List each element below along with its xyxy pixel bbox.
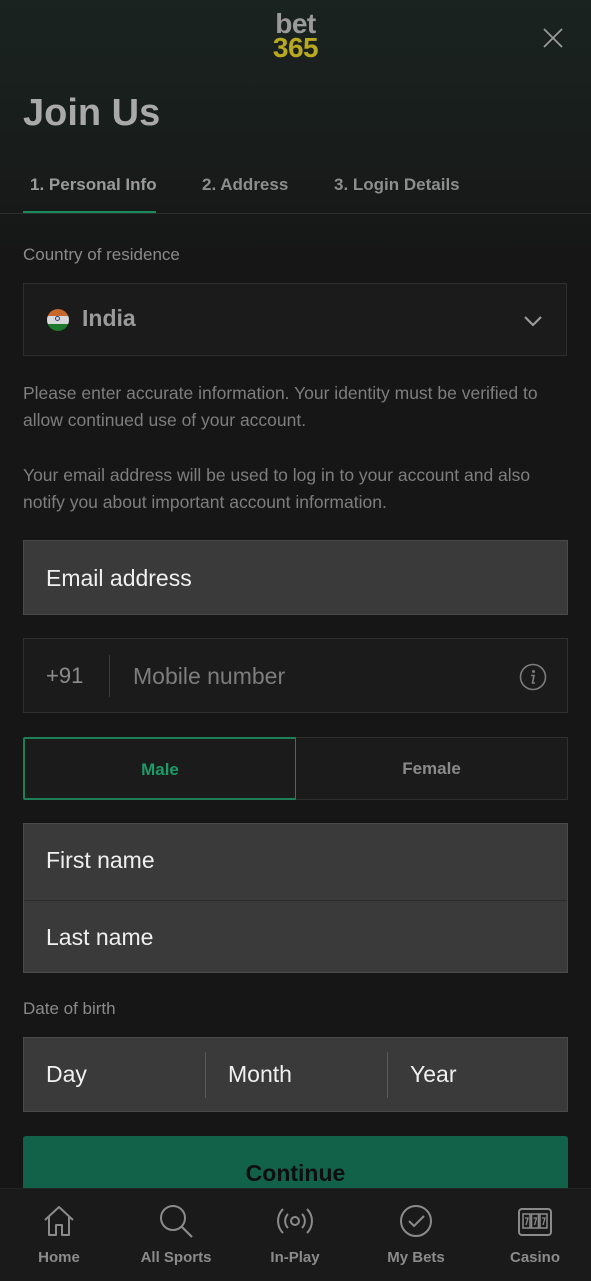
search-icon [160, 1205, 193, 1238]
header: bet 365 [0, 0, 591, 90]
tab-login-details[interactable]: 3. Login Details [334, 175, 460, 195]
info-icon[interactable] [519, 663, 547, 691]
male-button[interactable]: Male [23, 737, 297, 800]
nav-casino-label: Casino [509, 1249, 560, 1266]
dob-month-select[interactable]: Month [206, 1038, 387, 1113]
dob-day-select[interactable]: Day [24, 1038, 205, 1113]
chevron-down-icon [524, 316, 542, 327]
close-icon[interactable] [541, 26, 565, 50]
email-placeholder: Email address [46, 565, 192, 591]
country-label: Country of residence [23, 245, 180, 264]
active-tab-indicator [23, 211, 156, 213]
email-field[interactable]: Email address [23, 540, 568, 615]
dob-month-placeholder: Month [228, 1061, 292, 1087]
dob-day-placeholder: Day [46, 1061, 87, 1087]
email-info-text: Your email address will be used to log i… [23, 465, 531, 512]
bottom-nav: Home All Sports In-Play My Bets Casino [0, 1188, 591, 1281]
dob-label: Date of birth [23, 999, 116, 1018]
last-name-field[interactable]: Last name [24, 901, 567, 976]
nav-in-play[interactable]: In-Play [236, 1189, 354, 1281]
slot-machine-icon [518, 1208, 552, 1236]
nav-home-label: Home [38, 1249, 80, 1266]
nav-casino[interactable]: Casino [476, 1189, 591, 1281]
check-circle-icon [400, 1205, 432, 1237]
dob-year-placeholder: Year [410, 1061, 457, 1087]
nav-in-play-label: In-Play [270, 1249, 320, 1266]
dob-field: Day Month Year [23, 1037, 568, 1112]
first-name-field[interactable]: First name [24, 824, 567, 899]
last-name-placeholder: Last name [46, 924, 154, 950]
nav-all-sports[interactable]: All Sports [117, 1189, 235, 1281]
nav-home[interactable]: Home [0, 1189, 118, 1281]
home-icon [44, 1206, 74, 1236]
mobile-placeholder: Mobile number [133, 663, 286, 689]
bet365-logo: bet 365 [0, 10, 591, 63]
tab-personal-info[interactable]: 1. Personal Info [30, 175, 157, 195]
dob-year-select[interactable]: Year [388, 1038, 569, 1113]
tab-address[interactable]: 2. Address [202, 175, 288, 195]
nav-all-sports-label: All Sports [140, 1249, 212, 1266]
page-title: Join Us [23, 92, 161, 134]
identity-info-text: Please enter accurate information. Your … [23, 383, 538, 430]
india-flag-icon [47, 309, 69, 331]
first-name-placeholder: First name [46, 847, 155, 873]
nav-my-bets[interactable]: My Bets [357, 1189, 475, 1281]
prefix-divider [109, 655, 110, 697]
name-fields: First name Last name [23, 823, 568, 973]
logo-text-365: 365 [272, 32, 319, 63]
gender-selector: Male Female [23, 737, 568, 800]
nav-my-bets-label: My Bets [387, 1249, 445, 1266]
mobile-field[interactable]: +91 Mobile number [23, 638, 568, 713]
in-play-icon [277, 1208, 313, 1234]
country-code-prefix[interactable]: +91 [46, 663, 83, 689]
country-select[interactable]: India [23, 283, 567, 356]
step-tabs: 1. Personal Info 2. Address 3. Login Det… [0, 165, 591, 214]
continue-button[interactable]: Continue [23, 1136, 568, 1196]
country-value: India [82, 305, 136, 331]
female-button[interactable]: Female [296, 737, 568, 800]
